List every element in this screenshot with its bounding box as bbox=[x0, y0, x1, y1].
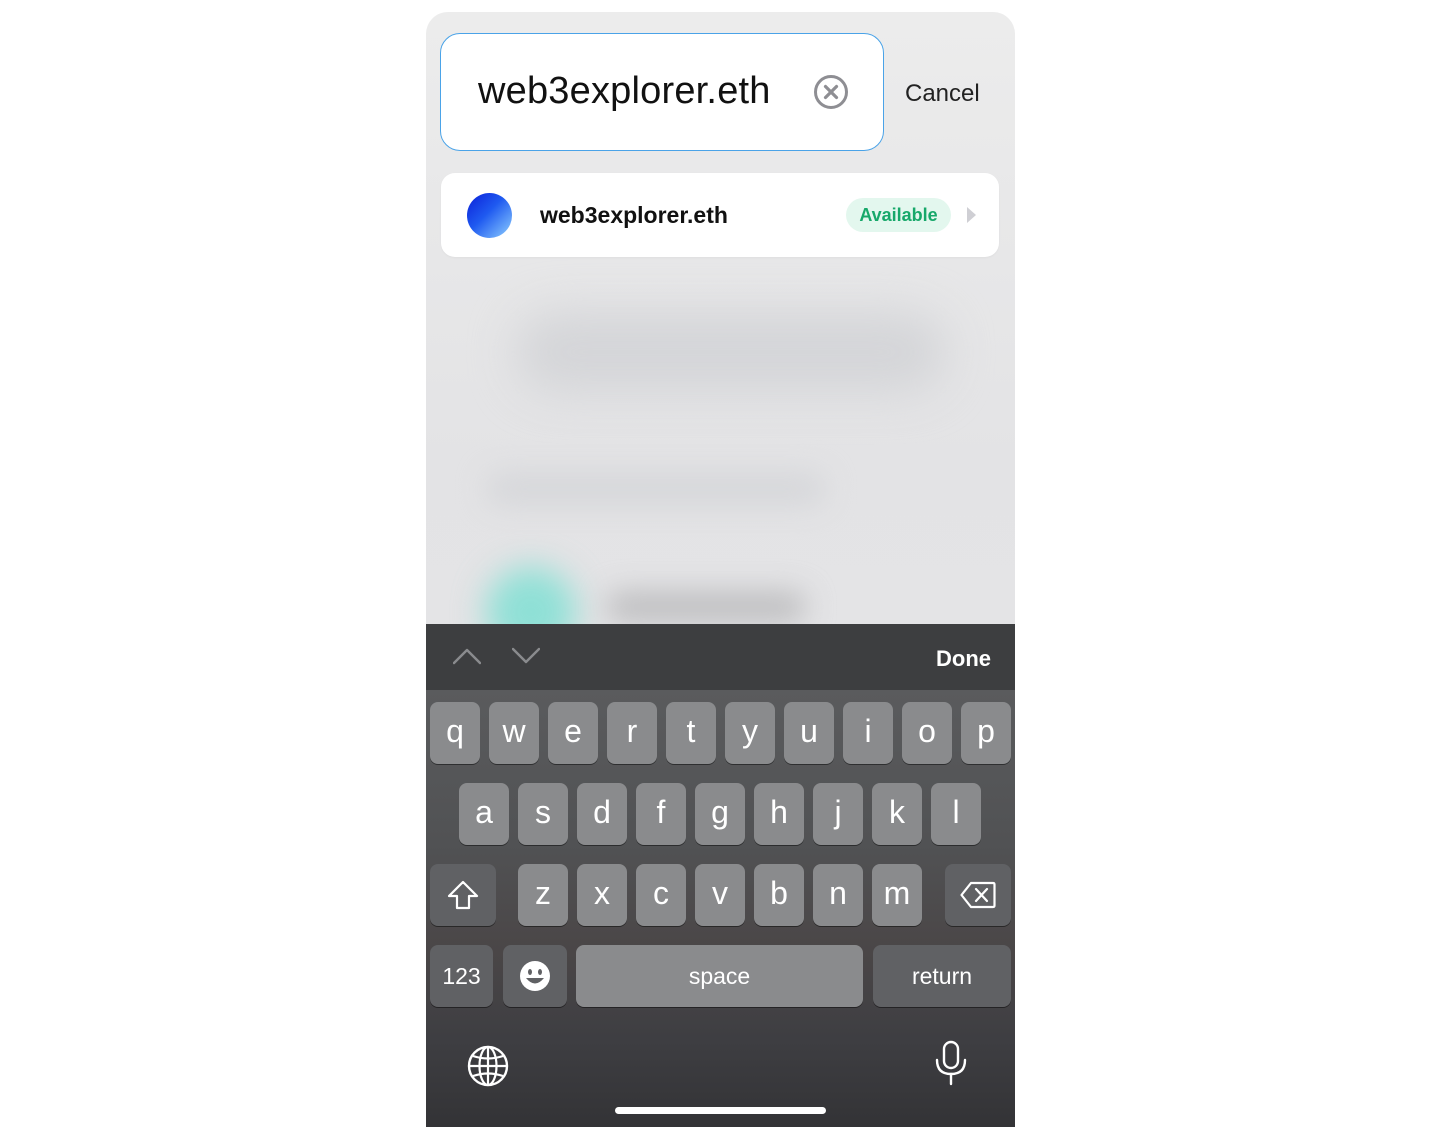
key-i[interactable]: i bbox=[843, 702, 893, 764]
key-z[interactable]: z bbox=[518, 864, 568, 926]
key-d[interactable]: d bbox=[577, 783, 627, 845]
numbers-key[interactable]: 123 bbox=[430, 945, 493, 1007]
search-input-value[interactable]: web3explorer.eth bbox=[478, 70, 771, 113]
backspace-key[interactable] bbox=[945, 864, 1011, 926]
key-f[interactable]: f bbox=[636, 783, 686, 845]
space-key[interactable]: space bbox=[576, 945, 863, 1007]
key-b[interactable]: b bbox=[754, 864, 804, 926]
return-key[interactable]: return bbox=[873, 945, 1011, 1007]
key-m[interactable]: m bbox=[872, 864, 922, 926]
key-p[interactable]: p bbox=[961, 702, 1011, 764]
chevron-right-icon bbox=[967, 207, 976, 223]
blurred-background-text bbox=[486, 472, 826, 506]
key-u[interactable]: u bbox=[784, 702, 834, 764]
key-n[interactable]: n bbox=[813, 864, 863, 926]
clear-search-icon[interactable] bbox=[813, 74, 849, 110]
key-q[interactable]: q bbox=[430, 702, 480, 764]
backspace-icon bbox=[960, 881, 996, 909]
key-v[interactable]: v bbox=[695, 864, 745, 926]
phone-screen: web3explorer.eth Cancel web3explorer.eth… bbox=[426, 12, 1015, 1127]
cancel-button[interactable]: Cancel bbox=[905, 80, 980, 108]
search-field[interactable]: web3explorer.eth bbox=[440, 33, 884, 151]
key-g[interactable]: g bbox=[695, 783, 745, 845]
next-field-icon[interactable] bbox=[512, 647, 540, 665]
emoji-icon bbox=[520, 961, 550, 991]
key-h[interactable]: h bbox=[754, 783, 804, 845]
key-j[interactable]: j bbox=[813, 783, 863, 845]
emoji-key[interactable] bbox=[503, 945, 567, 1007]
keyboard-accessory-toolbar: Done bbox=[426, 624, 1015, 690]
home-indicator[interactable] bbox=[615, 1107, 826, 1114]
key-x[interactable]: x bbox=[577, 864, 627, 926]
avatar bbox=[467, 193, 512, 238]
key-r[interactable]: r bbox=[607, 702, 657, 764]
key-t[interactable]: t bbox=[666, 702, 716, 764]
blurred-background-block bbox=[516, 312, 946, 392]
key-o[interactable]: o bbox=[902, 702, 952, 764]
key-k[interactable]: k bbox=[872, 783, 922, 845]
shift-icon bbox=[447, 880, 479, 910]
key-e[interactable]: e bbox=[548, 702, 598, 764]
status-badge: Available bbox=[846, 198, 951, 232]
key-a[interactable]: a bbox=[459, 783, 509, 845]
key-s[interactable]: s bbox=[518, 783, 568, 845]
search-result-row[interactable]: web3explorer.eth Available bbox=[441, 173, 999, 257]
globe-icon[interactable] bbox=[466, 1044, 510, 1088]
previous-field-icon[interactable] bbox=[453, 647, 481, 665]
key-w[interactable]: w bbox=[489, 702, 539, 764]
keyboard: q w e r t y u i o p a s d f g h j k l z … bbox=[426, 690, 1015, 1127]
done-button[interactable]: Done bbox=[936, 646, 991, 672]
key-y[interactable]: y bbox=[725, 702, 775, 764]
result-name: web3explorer.eth bbox=[540, 202, 728, 228]
key-l[interactable]: l bbox=[931, 783, 981, 845]
shift-key[interactable] bbox=[430, 864, 496, 926]
blurred-background-label bbox=[606, 592, 806, 622]
microphone-icon[interactable] bbox=[934, 1040, 968, 1086]
key-c[interactable]: c bbox=[636, 864, 686, 926]
